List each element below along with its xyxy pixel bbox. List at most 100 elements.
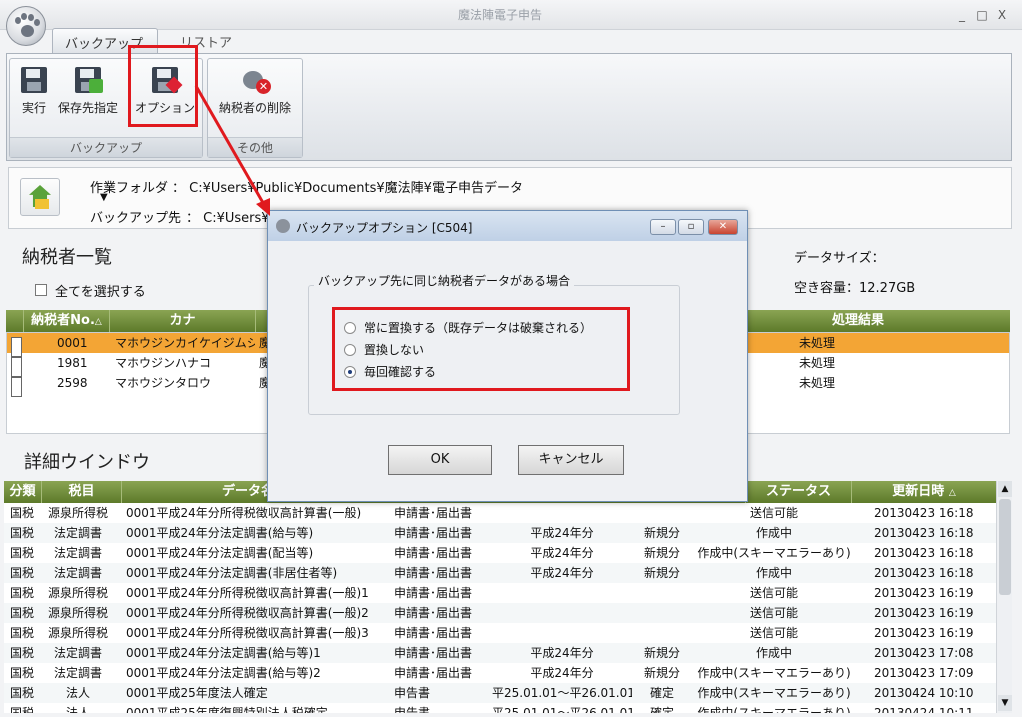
app-title: 魔法陣電子申告	[457, 8, 542, 22]
taxpayer-kana: マホウジンタロウ	[115, 376, 212, 390]
expand-arrow[interactable]: ▼	[100, 192, 108, 203]
cell-form: 申請書･届出書	[394, 666, 473, 680]
column-result[interactable]: 処理結果	[706, 310, 1010, 332]
cell-date: 20130424 10:10	[874, 686, 974, 700]
cell-name: 0001平成24年分法定調書(非居住者等)	[126, 566, 338, 580]
column-tax-type[interactable]: 税目	[42, 481, 122, 503]
column-status[interactable]: ステータス	[746, 481, 852, 503]
table-row[interactable]: 国税 源泉所得税 0001平成24年分所得税徴収高計算書(一般)1 申請書･届出書 送信…	[4, 583, 996, 603]
detail-scrollbar[interactable]: ▲ ▼	[996, 481, 1012, 713]
cell-period: 平成24年分	[530, 526, 594, 540]
cell-period: 平25.01.01～平26.01.01	[492, 686, 632, 700]
column-updated[interactable]: 更新日時 △	[852, 481, 996, 503]
cell-date: 20130423 17:08	[874, 646, 974, 660]
run-button[interactable]: 実行	[14, 65, 54, 116]
home-folder-icon[interactable]	[20, 178, 60, 216]
detail-grid: 国税 源泉所得税 0001平成24年分所得税徴収高計算書(一般) 申請書･届出書 送信可…	[4, 503, 996, 713]
dialog-minimize-button[interactable]: –	[650, 219, 676, 235]
cell-kind: 新規分	[643, 646, 680, 660]
table-row[interactable]: 国税 源泉所得税 0001平成24年分所得税徴収高計算書(一般)3 申請書･届出書 送信…	[4, 623, 996, 643]
cell-tax: 源泉所得税	[47, 606, 108, 620]
cell-tax: 法人	[65, 686, 90, 700]
dialog-close-button[interactable]: ✕	[708, 219, 738, 235]
table-row[interactable]: 国税 源泉所得税 0001平成24年分所得税徴収高計算書(一般)2 申請書･届出書 送信…	[4, 603, 996, 623]
cell-form: 申請書･届出書	[394, 506, 473, 520]
cell-status: 作成中	[755, 526, 792, 540]
cell-period	[492, 583, 632, 603]
cell-period	[492, 503, 632, 523]
cell-kind	[632, 603, 692, 623]
scroll-up-icon[interactable]: ▲	[998, 481, 1012, 497]
taxpayer-no: 0001	[57, 336, 88, 350]
option-group-label: バックアップ先に同じ納税者データがある場合	[314, 272, 575, 289]
cell-tax: 源泉所得税	[47, 586, 108, 600]
app-menu-button[interactable]	[6, 6, 46, 46]
select-all-label: 全てを選択する	[55, 285, 146, 300]
taxpayer-result: 未処理	[799, 376, 836, 390]
cell-kind: 確定	[649, 686, 674, 700]
cell-status: 作成中(スキーマエラーあり)	[697, 686, 851, 700]
dialog-title-bar: バックアップオプション [C504] – ▫ ✕	[268, 211, 747, 241]
cell-form: 申請書･届出書	[394, 586, 473, 600]
scroll-down-icon[interactable]: ▼	[998, 695, 1012, 711]
dialog-maximize-button[interactable]: ▫	[678, 219, 704, 235]
save-disk-icon	[19, 65, 49, 95]
column-taxpayer-no[interactable]: 納税者No.△	[24, 310, 110, 332]
select-all-checkbox[interactable]	[35, 284, 47, 296]
annotation-arrow-icon	[194, 85, 270, 216]
save-destination-label: 保存先指定	[57, 101, 118, 115]
table-row[interactable]: 国税 源泉所得税 0001平成24年分所得税徴収高計算書(一般) 申請書･届出書 送信可…	[4, 503, 996, 523]
detail-window-title: 詳細ウインドウ	[24, 452, 150, 473]
close-button[interactable]: X	[994, 8, 1010, 22]
cell-kind: 確定	[649, 706, 674, 713]
table-row[interactable]: 国税 法定調書 0001平成24年分法定調書(非居住者等) 申請書･届出書 平成24年分…	[4, 563, 996, 583]
save-destination-button[interactable]: 保存先指定	[56, 65, 120, 116]
cell-status: 送信可能	[749, 506, 798, 520]
cell-form: 申告書	[394, 686, 431, 700]
taxpayer-list-title: 納税者一覧	[22, 247, 112, 268]
cell-status: 作成中(スキーマエラーあり)	[697, 706, 851, 713]
cell-kind: 新規分	[643, 526, 680, 540]
cell-period	[492, 623, 632, 643]
cell-form: 申告書	[394, 706, 431, 713]
highlight-radio-box	[332, 307, 630, 391]
cell-name: 0001平成24年分法定調書(給与等)2	[126, 666, 321, 680]
taxpayer-no: 1981	[57, 356, 88, 370]
table-row[interactable]: 国税 法定調書 0001平成24年分法定調書(配当等) 申請書･届出書 平成24年分 新規…	[4, 543, 996, 563]
cancel-button[interactable]: キャンセル	[518, 445, 624, 475]
cell-date: 20130423 16:19	[874, 586, 974, 600]
ok-button[interactable]: OK	[388, 445, 492, 475]
column-kana[interactable]: カナ	[110, 310, 256, 332]
table-row[interactable]: 国税 法定調書 0001平成24年分法定調書(給与等) 申請書･届出書 平成24年分 新規…	[4, 523, 996, 543]
cell-date: 20130423 16:18	[874, 506, 974, 520]
cell-date: 20130423 16:18	[874, 546, 974, 560]
dialog-title: バックアップオプション [C504]	[296, 221, 473, 235]
highlight-options-box	[128, 45, 198, 127]
cell-status: 送信可能	[749, 626, 798, 640]
cell-period: 平成24年分	[530, 646, 594, 660]
backup-group-label: バックアップ	[10, 137, 202, 157]
table-row[interactable]: 国税 法定調書 0001平成24年分法定調書(給与等)1 申請書･届出書 平成24年分新…	[4, 643, 996, 663]
cell-kind: 新規分	[643, 546, 680, 560]
table-row[interactable]: 国税 法人 0001平成25年度法人確定 申告書 平25.01.01～平26.01.01…	[4, 683, 996, 703]
free-space-label: 空き容量：12.27GB	[794, 281, 916, 296]
cell-status: 作成中(スキーマエラーあり)	[697, 546, 851, 560]
cell-tax: 源泉所得税	[47, 626, 108, 640]
cell-form: 申請書･届出書	[394, 646, 473, 660]
table-row[interactable]: 国税 法人 0001平成25年度復興特別法人税確定 申告書 平25.01.01～平26.…	[4, 703, 996, 713]
scroll-thumb[interactable]	[999, 499, 1011, 595]
minimize-button[interactable]: _	[954, 8, 970, 22]
taxpayer-result: 未処理	[799, 356, 836, 370]
maximize-button[interactable]: □	[974, 8, 990, 22]
cell-status: 作成中(スキーマエラーあり)	[697, 666, 851, 680]
table-row[interactable]: 国税 法定調書 0001平成24年分法定調書(給与等)2 申請書･届出書 平成24年分新…	[4, 663, 996, 683]
cell-form: 申請書･届出書	[394, 606, 473, 620]
paw-icon	[276, 219, 290, 233]
cell-form: 申請書･届出書	[394, 526, 473, 540]
cell-status: 作成中	[755, 566, 792, 580]
column-category[interactable]: 分類	[4, 481, 42, 503]
cell-date: 20130423 16:19	[874, 626, 974, 640]
cell-tax: 法人	[65, 706, 90, 713]
row-checkbox[interactable]	[11, 377, 22, 397]
cell-name: 0001平成24年分所得税徴収高計算書(一般)2	[126, 606, 369, 620]
